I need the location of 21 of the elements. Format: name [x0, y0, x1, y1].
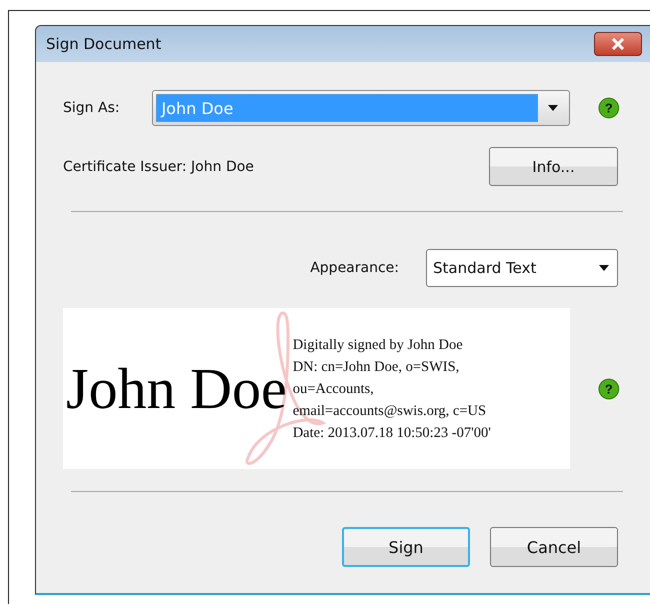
caret-icon	[599, 265, 609, 271]
appearance-label: Appearance:	[310, 260, 399, 276]
signature-detail: email=accounts@swis.org, c=US	[292, 402, 488, 420]
dialog-button[interactable]: Cancel	[490, 527, 618, 567]
window-title: Sign Document	[46, 35, 162, 53]
signature-detail: Digitally signed by John Doe	[292, 336, 464, 354]
signature-detail: Date: 2013.07.18 10:50:23 -07'00'	[292, 424, 491, 442]
certificate-issuer-text: Certificate Issuer: John Doe	[63, 158, 254, 174]
help-icon[interactable]: ?	[598, 378, 620, 400]
appearance-dropdown[interactable]: Standard Text	[426, 249, 618, 287]
signature-detail: DN: cn=John Doe, o=SWIS,	[292, 358, 460, 376]
signature-name: John Doe	[66, 355, 287, 422]
close-icon	[611, 38, 625, 50]
info-button[interactable]: Info...	[489, 147, 618, 186]
sign-as-label: Sign As:	[63, 100, 121, 116]
dialog-button[interactable]: Sign	[342, 527, 470, 567]
selected-value: John Doe	[156, 94, 538, 122]
close-button[interactable]	[594, 32, 642, 56]
help-icon[interactable]: ?	[598, 97, 620, 119]
caret-icon	[548, 105, 558, 111]
signature-detail: ou=Accounts,	[292, 380, 375, 398]
